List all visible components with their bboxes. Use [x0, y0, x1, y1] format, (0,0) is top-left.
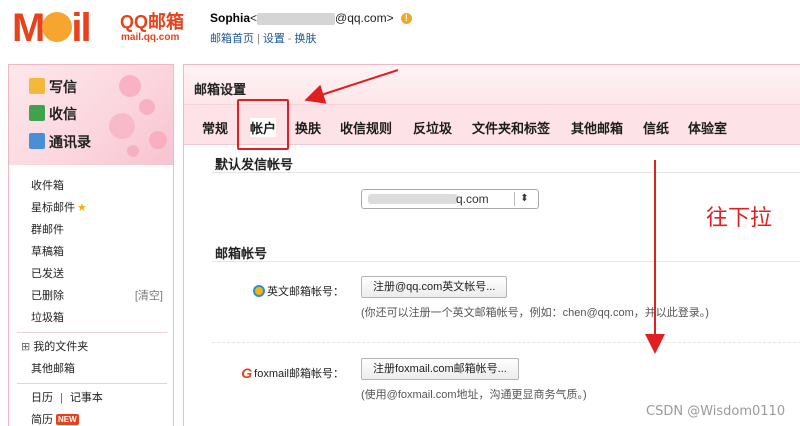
- other-mailbox[interactable]: 其他邮箱: [9, 358, 173, 380]
- csdn-watermark: CSDN @Wisdom0110: [646, 404, 786, 419]
- register-foxmail-account-button[interactable]: 注册foxmail.com邮箱帐号...: [361, 358, 519, 380]
- scroll-down-annotation: 往下拉: [706, 205, 773, 230]
- star-icon: ★: [77, 202, 87, 214]
- register-english-account-button[interactable]: 注册@qq.com英文帐号...: [361, 276, 508, 298]
- redacted-account: [368, 194, 458, 204]
- tab-general[interactable]: 常规: [202, 118, 228, 137]
- new-badge: NEW: [56, 414, 79, 425]
- mail-home-link[interactable]: 邮箱首页: [210, 33, 254, 45]
- folder-inbox[interactable]: 收件箱: [9, 175, 173, 197]
- folder-starred[interactable]: 星标邮件 ★: [9, 197, 173, 219]
- redacted-email: [257, 12, 336, 25]
- calendar-link[interactable]: 日历: [31, 392, 53, 404]
- logo-brand: QQ邮箱: [120, 12, 185, 32]
- sidebar-blossom-banner: 写信 收信 通讯录: [9, 65, 173, 165]
- resume-link[interactable]: 简历 NEW: [9, 409, 173, 426]
- mail-account-title: 邮箱帐号: [215, 246, 268, 261]
- empty-trash-link[interactable]: [清空]: [135, 285, 163, 307]
- contacts-button[interactable]: 通讯录: [29, 132, 91, 152]
- folder-deleted[interactable]: 已删除 [清空]: [9, 285, 173, 307]
- page-title: 邮箱设置: [194, 82, 247, 97]
- folder-spam[interactable]: 垃圾箱: [9, 307, 173, 329]
- select-arrow-icon: ⬍: [514, 192, 534, 206]
- folder-drafts[interactable]: 草稿箱: [9, 241, 173, 263]
- expand-icon[interactable]: ⊞: [21, 342, 30, 353]
- folder-sent[interactable]: 已发送: [9, 263, 173, 285]
- tab-antispam[interactable]: 反垃圾: [413, 118, 452, 137]
- warning-icon[interactable]: !: [400, 13, 412, 25]
- folder-group-mail[interactable]: 群邮件: [9, 219, 173, 241]
- calendar-notes-row: 日历 | 记事本: [31, 392, 103, 404]
- inbox-download-icon: [29, 105, 45, 121]
- compose-label: 写信: [49, 79, 77, 95]
- folder-list: 收件箱 星标邮件 ★ 群邮件 草稿箱 已发送 已删除 [清空] 垃圾箱 ⊞ 我的文件夹…: [9, 165, 173, 426]
- header-links: 邮箱首页 | 设置 - 换肤: [210, 33, 317, 45]
- user-info: Sophia< @qq.com> !: [210, 11, 412, 25]
- left-sidebar: 写信 收信 通讯录 收件箱 星标邮件 ★ 群邮件 草稿箱 已发送 已删除 [清空] …: [8, 64, 174, 426]
- pencil-icon: [29, 78, 45, 94]
- tab-folders-labels[interactable]: 文件夹和标签: [472, 118, 550, 137]
- english-account-label: 英文邮箱帐号：: [244, 283, 344, 299]
- receive-button[interactable]: 收信: [29, 104, 77, 124]
- tab-stationery[interactable]: 信纸: [643, 118, 669, 137]
- contacts-label: 通讯录: [49, 134, 91, 150]
- change-skin-link[interactable]: 换肤: [295, 33, 317, 45]
- default-sender-title: 默认发信帐号: [215, 157, 294, 172]
- my-folders[interactable]: ⊞ 我的文件夹: [9, 336, 173, 358]
- notes-link[interactable]: 记事本: [70, 392, 103, 404]
- logo-domain: mail.qq.com: [121, 32, 180, 43]
- foxmail-icon: G: [241, 365, 253, 381]
- compose-button[interactable]: 写信: [29, 77, 77, 97]
- english-mailbox-icon: [253, 285, 265, 297]
- bell-icon: [42, 12, 73, 43]
- tab-skin[interactable]: 换肤: [295, 118, 321, 137]
- default-sender-select[interactable]: q.com ⬍: [361, 189, 539, 209]
- user-email-suffix: @qq.com>: [335, 11, 394, 25]
- select-value: q.com: [456, 192, 489, 206]
- user-email-prefix: <: [250, 11, 258, 25]
- logo-mark: Mil: [12, 6, 92, 50]
- contacts-icon: [29, 133, 45, 149]
- english-account-hint: (你还可以注册一个英文邮箱帐号，例如：chen@qq.com，并以此登录。): [361, 307, 709, 319]
- tab-other-mailbox[interactable]: 其他邮箱: [571, 118, 623, 137]
- receive-label: 收信: [49, 106, 77, 122]
- user-name: Sophia: [210, 11, 251, 25]
- foxmail-account-label: Gfoxmail邮箱帐号：: [241, 365, 344, 381]
- account-tab-highlight: [237, 99, 289, 150]
- foxmail-account-hint: (使用@foxmail.com地址，沟通更显商务气质。): [361, 389, 587, 401]
- settings-link[interactable]: 设置: [263, 33, 285, 45]
- tab-lab[interactable]: 体验室: [688, 118, 727, 137]
- tab-receive-rules[interactable]: 收信规则: [340, 118, 392, 137]
- qq-mail-logo[interactable]: Mil QQ邮箱 mail.qq.com: [12, 8, 196, 48]
